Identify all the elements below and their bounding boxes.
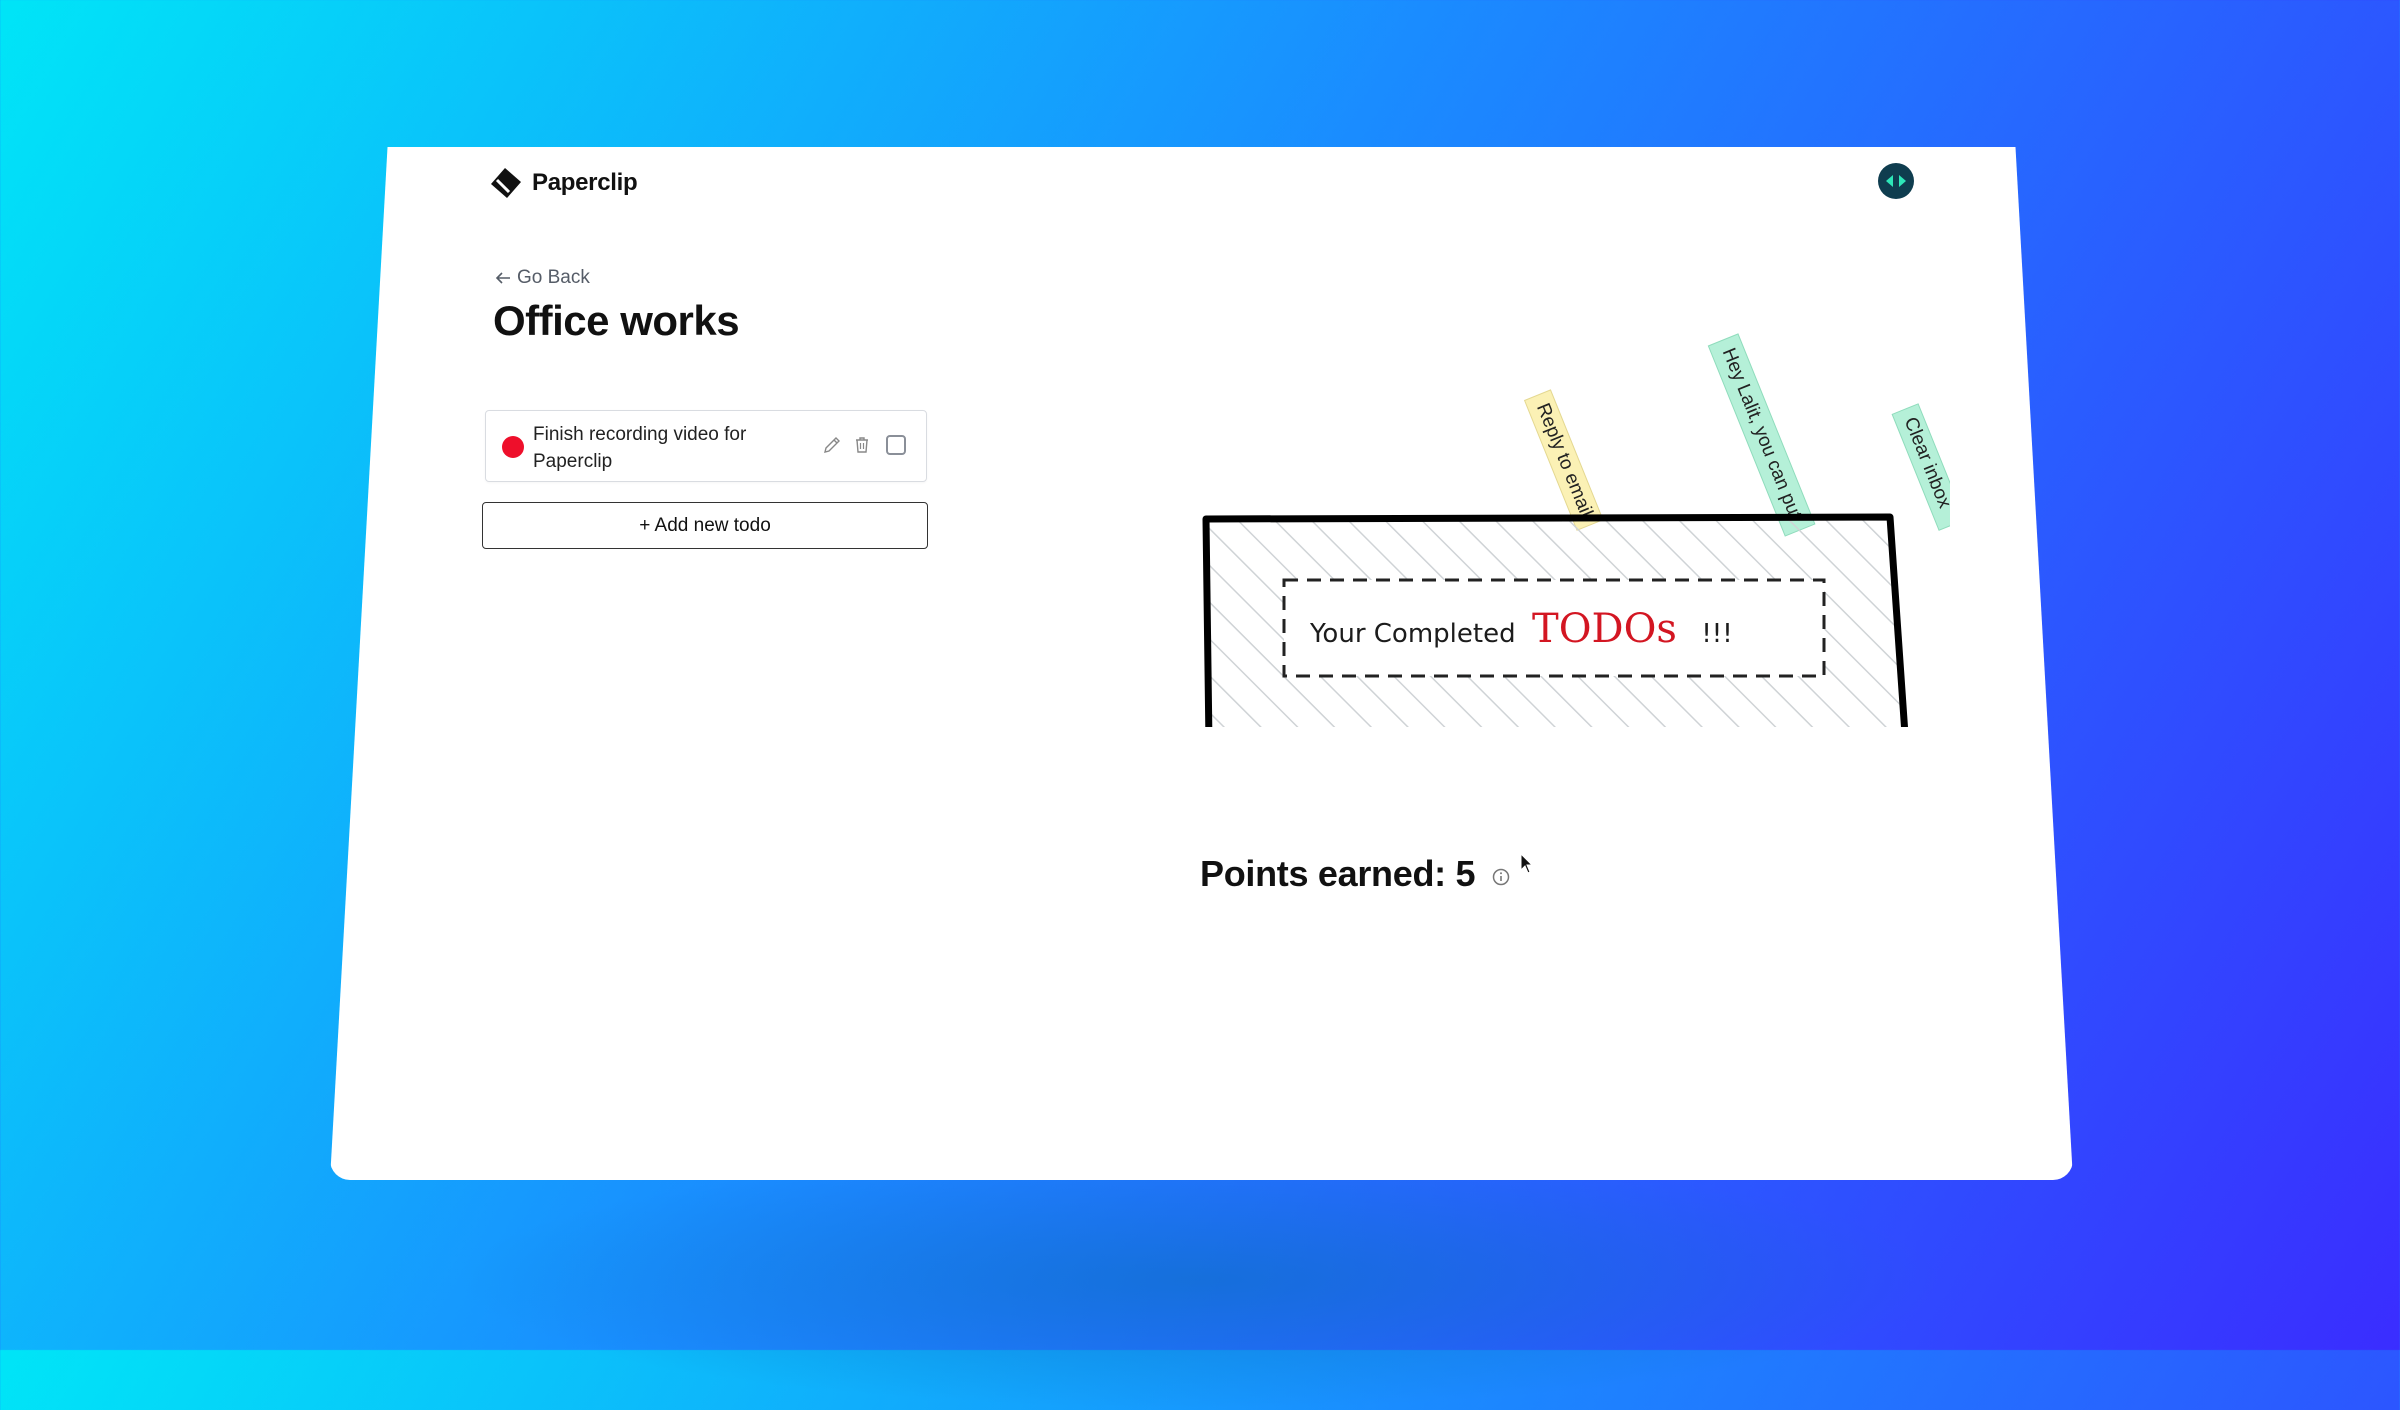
- delete-button[interactable]: [850, 433, 874, 457]
- completed-note-2[interactable]: Hey Lalit, you can put: [1707, 333, 1816, 537]
- todo-actions: [820, 433, 906, 457]
- priority-dot: [502, 436, 524, 458]
- background-glow: [450, 1150, 1950, 1410]
- complete-checkbox[interactable]: [886, 435, 906, 455]
- completed-note-1[interactable]: Reply to email: [1523, 389, 1604, 531]
- completed-label-highlight: TODOs: [1532, 606, 1677, 652]
- completed-note-3[interactable]: Clear inbox: [1891, 403, 1950, 531]
- paperclip-logo-icon: [491, 168, 521, 198]
- todo-text: Finish recording video for Paperclip: [533, 424, 747, 472]
- completed-note-2-text: Hey Lalit, you can put: [1718, 345, 1806, 523]
- add-todo-button[interactable]: + Add new todo: [482, 502, 928, 549]
- user-avatar[interactable]: [1878, 163, 1914, 199]
- avatar-icon: [1886, 175, 1906, 187]
- completed-note-1-text: Reply to email: [1532, 400, 1597, 519]
- app-logo[interactable]: Paperclip: [488, 165, 638, 201]
- pencil-icon: [824, 437, 840, 453]
- go-back-link[interactable]: Go Back: [495, 267, 590, 289]
- points-earned: Points earned: 5: [1200, 853, 1511, 895]
- trash-icon: [856, 437, 868, 453]
- completed-label-prefix: Your Completed: [1309, 619, 1516, 649]
- edit-button[interactable]: [820, 433, 844, 457]
- todo-item[interactable]: Finish recording video for Paperclip: [485, 410, 927, 482]
- mouse-cursor-icon: [1520, 853, 1534, 874]
- page-title: Office works: [493, 297, 740, 344]
- completed-todos-board: Reply to email Hey Lalit, you can put Cl…: [1202, 333, 1950, 727]
- info-icon[interactable]: [1491, 867, 1511, 887]
- app-name: Paperclip: [532, 169, 638, 196]
- go-back-label: Go Back: [517, 267, 590, 288]
- points-earned-text: Points earned: 5: [1200, 853, 1476, 894]
- app-window: Paperclip Go Back Office works Finish re…: [330, 147, 2073, 1180]
- back-arrow-icon: [495, 272, 510, 284]
- completed-label-suffix: !!!: [1701, 619, 1732, 649]
